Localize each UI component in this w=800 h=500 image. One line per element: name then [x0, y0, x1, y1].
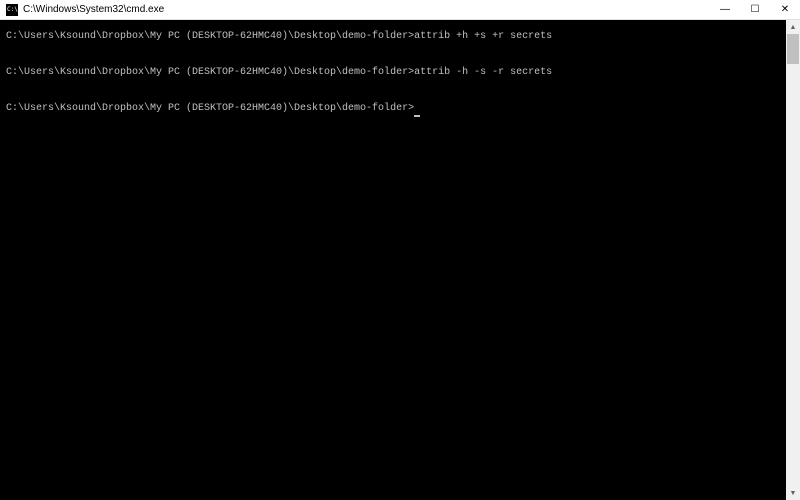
terminal-content: C:\Users\Ksound\Dropbox\My PC (DESKTOP-6…	[0, 20, 800, 126]
chevron-down-icon: ▼	[790, 490, 797, 497]
terminal-line: C:\Users\Ksound\Dropbox\My PC (DESKTOP-6…	[6, 100, 794, 118]
cursor	[414, 115, 420, 117]
prompt: C:\Users\Ksound\Dropbox\My PC (DESKTOP-6…	[6, 31, 414, 42]
scroll-up-button[interactable]: ▲	[786, 20, 800, 34]
minimize-button[interactable]: —	[710, 0, 740, 19]
minimize-icon: —	[720, 5, 730, 15]
scroll-down-button[interactable]: ▼	[786, 486, 800, 500]
cmd-window: C:\Windows\System32\cmd.exe — ☐ ✕ C:\Use…	[0, 0, 800, 500]
close-icon: ✕	[781, 5, 789, 15]
title-bar[interactable]: C:\Windows\System32\cmd.exe — ☐ ✕	[0, 0, 800, 20]
command-text: attrib +h +s +r secrets	[414, 31, 552, 42]
close-button[interactable]: ✕	[770, 0, 800, 19]
command-text: attrib -h -s -r secrets	[414, 67, 552, 78]
prompt: C:\Users\Ksound\Dropbox\My PC (DESKTOP-6…	[6, 103, 414, 114]
title-left: C:\Windows\System32\cmd.exe	[6, 4, 164, 16]
window-title: C:\Windows\System32\cmd.exe	[23, 4, 164, 15]
scroll-track[interactable]	[786, 34, 800, 486]
terminal-area[interactable]: C:\Users\Ksound\Dropbox\My PC (DESKTOP-6…	[0, 20, 800, 500]
window-controls: — ☐ ✕	[710, 0, 800, 19]
cmd-icon	[6, 4, 18, 16]
terminal-line: C:\Users\Ksound\Dropbox\My PC (DESKTOP-6…	[6, 28, 794, 46]
maximize-button[interactable]: ☐	[740, 0, 770, 19]
scrollbar[interactable]: ▲ ▼	[786, 20, 800, 500]
maximize-icon: ☐	[751, 5, 760, 15]
chevron-up-icon: ▲	[790, 24, 797, 31]
terminal-line: C:\Users\Ksound\Dropbox\My PC (DESKTOP-6…	[6, 64, 794, 82]
scroll-thumb[interactable]	[787, 34, 799, 64]
prompt: C:\Users\Ksound\Dropbox\My PC (DESKTOP-6…	[6, 67, 414, 78]
